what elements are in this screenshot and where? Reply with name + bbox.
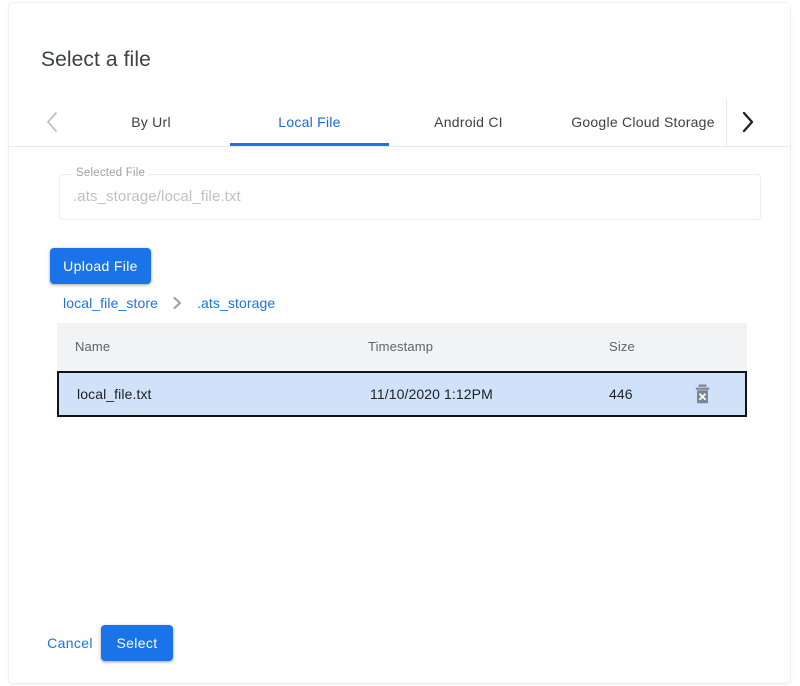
- select-button[interactable]: Select: [101, 625, 173, 661]
- selected-file-label: Selected File: [72, 167, 149, 179]
- cancel-label: Cancel: [47, 635, 93, 651]
- tabs-scroll-right-button[interactable]: [726, 98, 768, 146]
- tab-by-url[interactable]: By Url: [72, 98, 230, 146]
- upload-file-button[interactable]: Upload File: [50, 248, 151, 284]
- table-header-row: Name Timestamp Size: [57, 323, 747, 371]
- chevron-left-icon: [45, 111, 59, 133]
- dialog-title: Select a file: [41, 48, 151, 72]
- tab-android-ci[interactable]: Android CI: [389, 98, 548, 146]
- breadcrumb-item-ats-storage[interactable]: .ats_storage: [197, 295, 275, 311]
- tab-label: Android CI: [434, 114, 503, 130]
- tab-local-file[interactable]: Local File: [230, 98, 389, 146]
- tab-google-cloud-storage[interactable]: Google Cloud Storage: [548, 98, 738, 146]
- tabs-scroll-left-button[interactable]: [31, 98, 72, 146]
- tab-list: By Url Local File Android CI Google Clou…: [72, 98, 738, 146]
- tab-label: Google Cloud Storage: [571, 114, 715, 130]
- cell-timestamp: 11/10/2020 1:12PM: [370, 386, 493, 402]
- column-header-name[interactable]: Name: [75, 339, 110, 354]
- chevron-right-icon: [741, 111, 755, 133]
- tab-bar: By Url Local File Android CI Google Clou…: [9, 98, 790, 147]
- table-row[interactable]: local_file.txt 11/10/2020 1:12PM 446: [57, 371, 747, 417]
- breadcrumb: local_file_store .ats_storage: [63, 294, 275, 312]
- delete-file-icon: [693, 383, 712, 408]
- select-a-file-dialog: Select a file By Url Local File Android …: [9, 3, 790, 683]
- selected-file-field[interactable]: Selected File .ats_storage/local_file.tx…: [59, 174, 761, 220]
- delete-file-button[interactable]: [689, 382, 715, 408]
- select-label: Select: [116, 635, 157, 651]
- upload-file-label: Upload File: [63, 258, 138, 274]
- column-header-timestamp[interactable]: Timestamp: [368, 339, 433, 354]
- cell-size: 446: [609, 386, 633, 402]
- tab-label: By Url: [131, 114, 171, 130]
- tab-label: Local File: [278, 114, 340, 130]
- breadcrumb-item-local-file-store[interactable]: local_file_store: [63, 295, 158, 311]
- cancel-button[interactable]: Cancel: [33, 625, 107, 661]
- chevron-right-icon: [172, 296, 183, 310]
- cell-name: local_file.txt: [77, 386, 152, 402]
- file-table: Name Timestamp Size local_file.txt 11/10…: [57, 323, 747, 417]
- column-header-size[interactable]: Size: [609, 339, 635, 354]
- selected-file-input[interactable]: .ats_storage/local_file.txt: [73, 188, 241, 205]
